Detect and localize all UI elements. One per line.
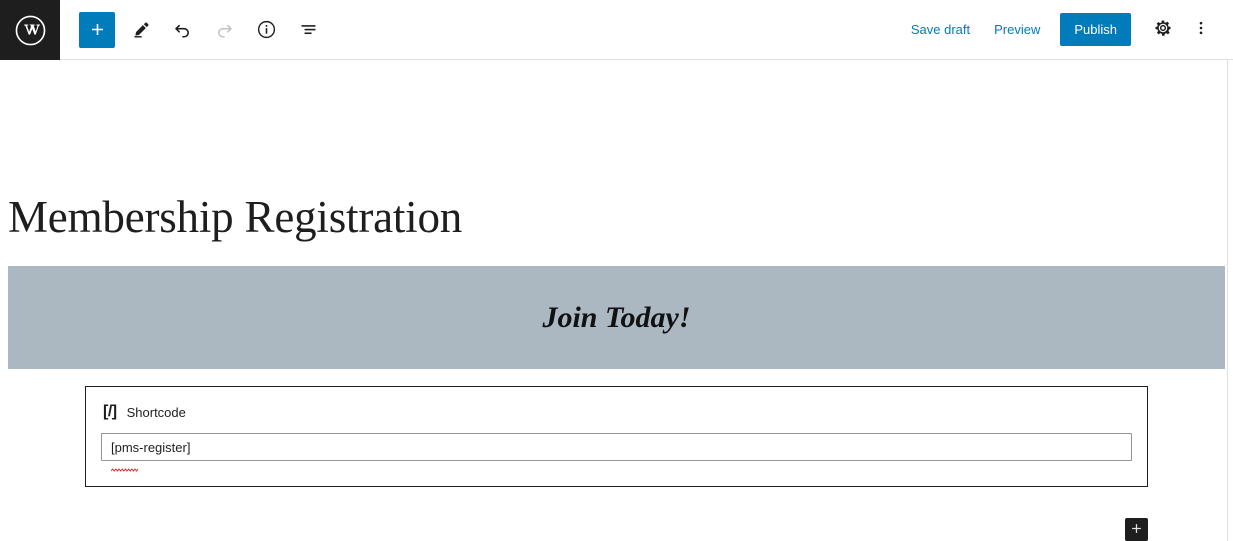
save-draft-button[interactable]: Save draft — [899, 16, 982, 43]
preview-button[interactable]: Preview — [982, 16, 1052, 43]
header-left-toolbar — [60, 0, 332, 59]
header-right-toolbar: Save draft Preview Publish — [899, 0, 1233, 59]
add-block-button[interactable] — [79, 11, 115, 48]
wordpress-logo-button[interactable] — [0, 0, 60, 60]
more-options-button[interactable] — [1183, 12, 1219, 48]
redo-button — [206, 11, 243, 48]
banner-heading-text[interactable]: Join Today! — [542, 301, 690, 335]
shortcode-block[interactable]: [/] Shortcode — [85, 386, 1148, 487]
tools-button[interactable] — [122, 11, 159, 48]
info-circle-icon — [256, 19, 277, 40]
shortcode-input[interactable] — [101, 433, 1132, 461]
gear-icon — [1153, 18, 1173, 41]
list-view-icon — [298, 19, 319, 40]
post-title[interactable]: Membership Registration — [8, 190, 462, 244]
block-appender-button[interactable] — [1125, 518, 1148, 541]
plus-icon — [88, 20, 107, 39]
editor-header: Save draft Preview Publish — [0, 0, 1233, 60]
shortcode-block-header: [/] Shortcode — [86, 387, 1147, 420]
wordpress-logo-icon — [14, 14, 47, 47]
editor-canvas: Membership Registration Join Today! [/] … — [0, 60, 1228, 541]
publish-button[interactable]: Publish — [1060, 13, 1131, 46]
three-dots-vertical-icon — [1191, 18, 1211, 41]
details-button[interactable] — [248, 11, 285, 48]
shortcode-icon: [/] — [103, 403, 117, 420]
list-view-button[interactable] — [290, 11, 327, 48]
pencil-icon — [131, 20, 151, 40]
shortcode-block-label: Shortcode — [126, 404, 186, 420]
undo-arrow-icon — [172, 19, 193, 40]
header-spacer — [332, 0, 899, 59]
undo-button[interactable] — [164, 11, 201, 48]
settings-button[interactable] — [1145, 12, 1181, 48]
plus-icon — [1129, 521, 1144, 539]
redo-arrow-icon — [214, 19, 235, 40]
shortcode-input-wrap — [86, 433, 1147, 461]
cover-banner-block[interactable]: Join Today! — [8, 266, 1225, 369]
